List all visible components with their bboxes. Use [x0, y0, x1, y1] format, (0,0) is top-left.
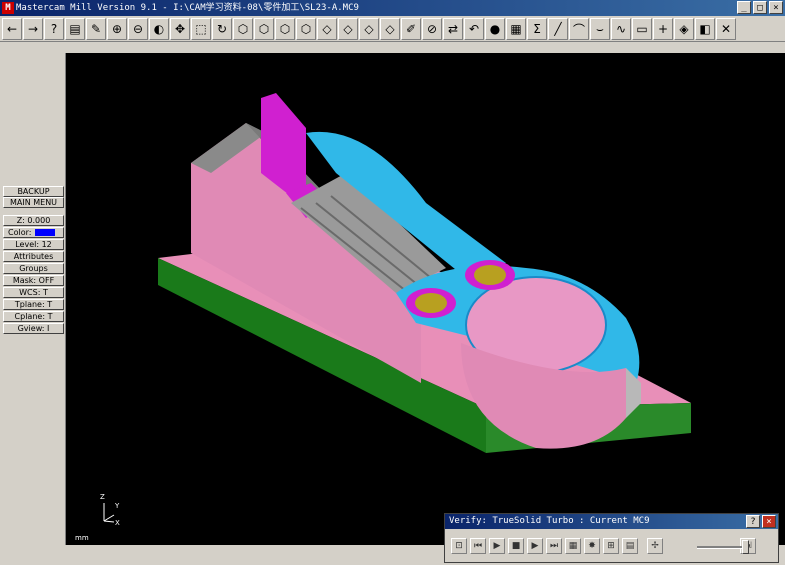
- rectangle-icon[interactable]: ▭: [632, 18, 652, 40]
- window-title: Mastercam Mill Version 9.1 - I:\CAM学习资料-…: [16, 3, 359, 13]
- cube-top-icon[interactable]: ◇: [317, 18, 337, 40]
- drafting-icon[interactable]: ◈: [674, 18, 694, 40]
- stop-icon[interactable]: ■: [508, 538, 524, 554]
- groups-button[interactable]: Groups: [3, 263, 64, 274]
- attributes-button[interactable]: Attributes: [3, 251, 64, 262]
- back-arrow-icon[interactable]: ←: [2, 18, 22, 40]
- part-model: [158, 93, 691, 453]
- z-depth-button[interactable]: Z: 0.000: [3, 215, 64, 226]
- forward-arrow-icon[interactable]: →: [23, 18, 43, 40]
- color-swatch: [35, 229, 56, 236]
- step-icon[interactable]: ▶: [527, 538, 543, 554]
- display-icon[interactable]: ▦: [565, 538, 581, 554]
- rewind-icon[interactable]: ⏮: [470, 538, 486, 554]
- play-icon[interactable]: ▶: [489, 538, 505, 554]
- trim-icon[interactable]: ✕: [716, 18, 736, 40]
- view-side-icon[interactable]: ⬡: [275, 18, 295, 40]
- layers-icon[interactable]: ▦: [506, 18, 526, 40]
- cplane-button[interactable]: Cplane: T: [3, 311, 64, 322]
- sphere-icon[interactable]: ●: [485, 18, 505, 40]
- help-icon[interactable]: ?: [44, 18, 64, 40]
- shade-icon[interactable]: ✐: [401, 18, 421, 40]
- fillet-icon[interactable]: ⌣: [590, 18, 610, 40]
- axis-z-label: Z: [100, 493, 105, 501]
- cube-front-icon[interactable]: ◇: [338, 18, 358, 40]
- verify-close-button[interactable]: ×: [762, 515, 776, 528]
- main-toolbar: ← →? ▤ ✎ ⊕ ⊖ ◐ ✥ ⬚ ↻ ⬡ ⬡ ⬡ ⬡ ◇ ◇ ◇ ◇ ✐ ⊘ ⇄ ↶ ● ▦ Σ ╱ ⌒ ⌣ ∿ ▭ + ◈ ◧ ✕: [0, 17, 785, 42]
- main-menu-button[interactable]: MAIN MENU: [3, 197, 64, 208]
- transform-icon[interactable]: ⇄: [443, 18, 463, 40]
- zoom-out-icon[interactable]: ⊖: [128, 18, 148, 40]
- verify-dialog: Verify: TrueSolid Turbo : Current MC9 ? …: [444, 513, 779, 563]
- verify-title: Verify: TrueSolid Turbo : Current MC9: [449, 516, 650, 526]
- gview-button[interactable]: Gview: I: [3, 323, 64, 334]
- undo-icon[interactable]: ↶: [464, 18, 484, 40]
- close-button[interactable]: ×: [769, 1, 783, 14]
- axis-triad-icon: [103, 503, 115, 523]
- repaint-icon[interactable]: ↻: [212, 18, 232, 40]
- fast-forward-icon[interactable]: ⏭: [546, 538, 562, 554]
- speed-icon[interactable]: ✢: [647, 538, 663, 554]
- cube-side-icon[interactable]: ◇: [359, 18, 379, 40]
- arc-icon[interactable]: ⌒: [569, 18, 589, 40]
- tplane-button[interactable]: Tplane: T: [3, 299, 64, 310]
- cube-iso-icon[interactable]: ◇: [380, 18, 400, 40]
- sigma-icon[interactable]: Σ: [527, 18, 547, 40]
- spline-icon[interactable]: ∿: [611, 18, 631, 40]
- verify-help-button[interactable]: ?: [746, 515, 760, 528]
- speed-slider-track[interactable]: [697, 546, 747, 549]
- units-label: mm: [75, 534, 89, 542]
- tool-icon[interactable]: ✸: [584, 538, 600, 554]
- mask-button[interactable]: Mask: OFF: [3, 275, 64, 286]
- color-label: Color:: [8, 228, 32, 237]
- calculator-icon[interactable]: ▤: [65, 18, 85, 40]
- eraser-icon[interactable]: ✎: [86, 18, 106, 40]
- info-icon[interactable]: ▤: [622, 538, 638, 554]
- pan-icon[interactable]: ✥: [170, 18, 190, 40]
- menu-sidebar: BACKUP MAIN MENU Z: 0.000 Color: Level: …: [0, 53, 66, 545]
- unzoom-icon[interactable]: ◐: [149, 18, 169, 40]
- speed-slider-thumb[interactable]: [742, 540, 749, 554]
- solids-icon[interactable]: ◧: [695, 18, 715, 40]
- zoom-fit-icon[interactable]: ⬚: [191, 18, 211, 40]
- minimize-button[interactable]: _: [737, 1, 751, 14]
- point-icon[interactable]: +: [653, 18, 673, 40]
- view-iso-icon[interactable]: ⬡: [296, 18, 316, 40]
- backup-button[interactable]: BACKUP: [3, 186, 64, 197]
- options-icon[interactable]: ⊡: [451, 538, 467, 554]
- delete-icon[interactable]: ⊘: [422, 18, 442, 40]
- color-button[interactable]: Color:: [3, 227, 64, 238]
- title-bar: M Mastercam Mill Version 9.1 - I:\CAM学习资…: [0, 0, 785, 16]
- view-top-icon[interactable]: ⬡: [233, 18, 253, 40]
- app-icon[interactable]: M: [2, 2, 14, 14]
- level-button[interactable]: Level: 12: [3, 239, 64, 250]
- verify-title-bar: Verify: TrueSolid Turbo : Current MC9 ? …: [445, 514, 778, 529]
- model-icon[interactable]: ⊞: [603, 538, 619, 554]
- view-front-icon[interactable]: ⬡: [254, 18, 274, 40]
- graphics-viewport[interactable]: Z Y X mm: [66, 53, 785, 545]
- line-icon[interactable]: ╱: [548, 18, 568, 40]
- wcs-button[interactable]: WCS: T: [3, 287, 64, 298]
- maximize-button[interactable]: □: [753, 1, 767, 14]
- zoom-window-icon[interactable]: ⊕: [107, 18, 127, 40]
